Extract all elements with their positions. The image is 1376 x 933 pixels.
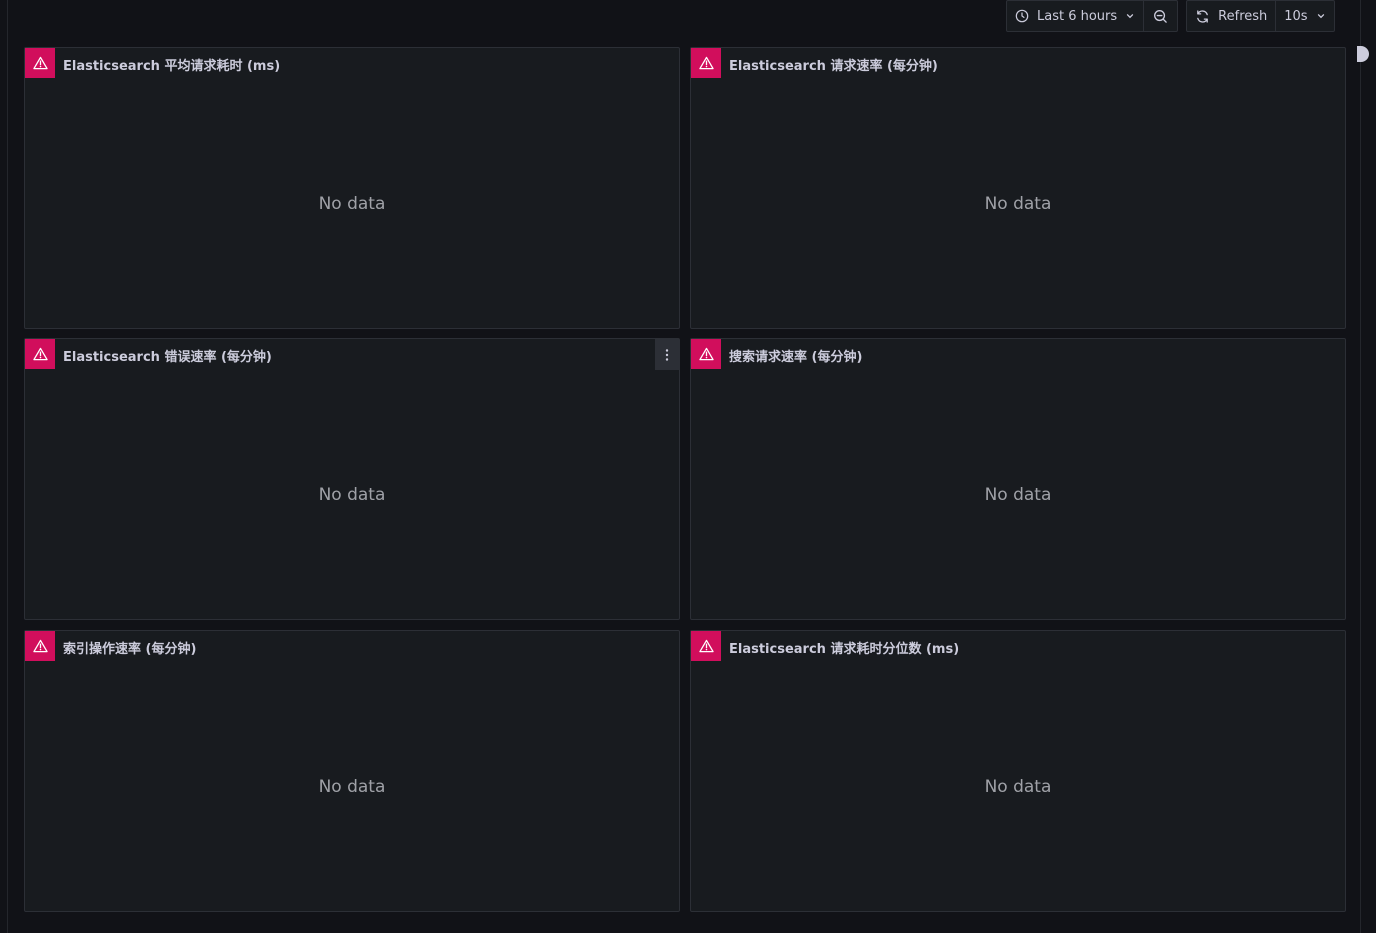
- refresh-label: Refresh: [1218, 8, 1268, 24]
- panel-error-rate: Elasticsearch 错误速率 (每分钟) No data: [24, 338, 680, 620]
- panel-title: 索引操作速率 (每分钟): [63, 642, 197, 657]
- panel-error-indicator[interactable]: [25, 48, 55, 78]
- no-data-message: No data: [984, 194, 1052, 214]
- time-range-label: Last 6 hours: [1037, 8, 1118, 24]
- refresh-icon: [1197, 9, 1209, 23]
- kebab-menu-icon: [665, 348, 669, 361]
- chevron-down-icon: [1127, 14, 1134, 19]
- panel-title: 搜索请求速率 (每分钟): [729, 350, 863, 365]
- no-data-message: No data: [318, 777, 386, 797]
- panel-menu-button[interactable]: [655, 339, 679, 370]
- no-data-message: No data: [984, 777, 1052, 797]
- panel-error-indicator[interactable]: [25, 631, 55, 661]
- panel-error-indicator[interactable]: [25, 339, 55, 369]
- panel-error-indicator[interactable]: [691, 339, 721, 369]
- panel-request-duration-percentiles: Elasticsearch 请求耗时分位数 (ms) No data: [690, 630, 1346, 912]
- zoom-out-button[interactable]: [1143, 1, 1177, 31]
- panel-header[interactable]: 搜索请求速率 (每分钟): [691, 339, 1345, 370]
- clock-icon: [1015, 9, 1029, 23]
- panel-header[interactable]: Elasticsearch 错误速率 (每分钟): [25, 339, 679, 370]
- panel-error-indicator[interactable]: [691, 631, 721, 661]
- refresh-button[interactable]: Refresh: [1187, 1, 1275, 31]
- no-data-message: No data: [318, 194, 386, 214]
- panel-header[interactable]: Elasticsearch 平均请求耗时 (ms): [25, 48, 679, 79]
- warning-icon: [32, 56, 48, 70]
- warning-icon: [32, 639, 48, 653]
- panel-header[interactable]: 索引操作速率 (每分钟): [25, 631, 679, 662]
- page-scrollbar-thumb[interactable]: [1363, 78, 1374, 918]
- panel-title: Elasticsearch 请求耗时分位数 (ms): [729, 642, 960, 657]
- refresh-interval-label: 10s: [1284, 8, 1308, 24]
- warning-icon: [698, 639, 714, 653]
- panel-indexing-rate: 索引操作速率 (每分钟) No data: [24, 630, 680, 912]
- no-data-message: No data: [318, 485, 386, 505]
- panel-title: Elasticsearch 请求速率 (每分钟): [729, 59, 938, 74]
- panel-header[interactable]: Elasticsearch 请求速率 (每分钟): [691, 48, 1345, 79]
- left-rail: [0, 0, 8, 933]
- warning-icon: [698, 347, 714, 361]
- warning-icon: [698, 56, 714, 70]
- panel-error-indicator[interactable]: [691, 48, 721, 78]
- zoom-out-icon: [1154, 9, 1167, 23]
- panel-avg-request-duration: Elasticsearch 平均请求耗时 (ms) No data: [24, 47, 680, 329]
- panel-request-rate: Elasticsearch 请求速率 (每分钟) No data: [690, 47, 1346, 329]
- refresh-interval-picker[interactable]: 10s: [1275, 1, 1333, 31]
- dashboard-toolbar: Last 6 hours Refresh 10s: [1006, 0, 1335, 32]
- panel-header[interactable]: Elasticsearch 请求耗时分位数 (ms): [691, 631, 1345, 662]
- time-range-group: Last 6 hours: [1006, 0, 1179, 32]
- panel-title: Elasticsearch 错误速率 (每分钟): [63, 350, 272, 365]
- dashboard-app: Last 6 hours Refresh 10s Elasticsearch 平…: [0, 0, 1376, 933]
- panel-search-request-rate: 搜索请求速率 (每分钟) No data: [690, 338, 1346, 620]
- refresh-group: Refresh 10s: [1186, 0, 1335, 32]
- chevron-down-icon: [1317, 14, 1324, 19]
- time-range-picker[interactable]: Last 6 hours: [1007, 1, 1143, 31]
- panel-title: Elasticsearch 平均请求耗时 (ms): [63, 59, 281, 74]
- warning-icon: [32, 347, 48, 361]
- no-data-message: No data: [984, 485, 1052, 505]
